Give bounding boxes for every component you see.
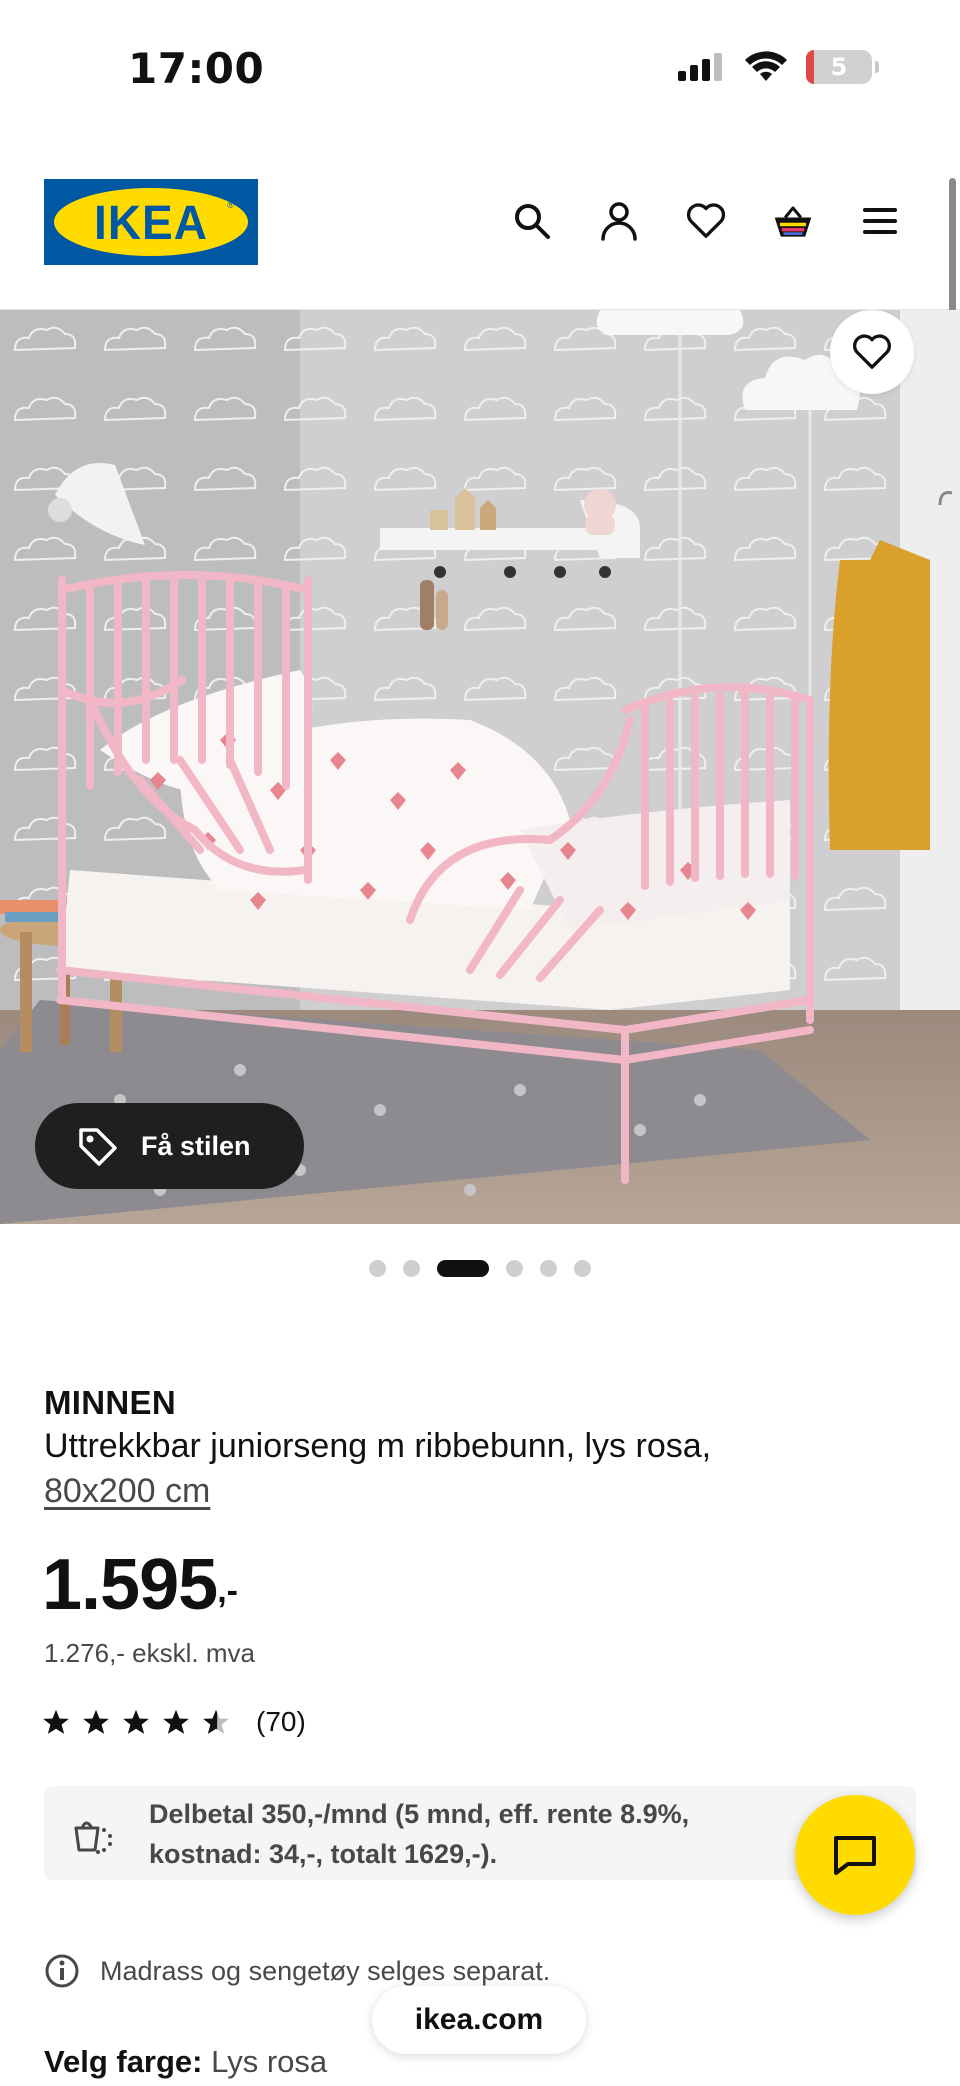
product-image-carousel[interactable]: Få stilen xyxy=(0,310,960,1224)
status-bar: 17:00 5 xyxy=(0,0,960,140)
url-text: ikea.com xyxy=(414,2003,544,2036)
rating-count: (70) xyxy=(256,1706,306,1737)
chat-icon xyxy=(834,1836,876,1875)
wifi-icon xyxy=(745,51,787,81)
header-icons xyxy=(512,200,900,242)
get-the-style-label: Få stilen xyxy=(141,1130,251,1161)
separate-sale-notice: Madrass og sengetøy selges separat. xyxy=(44,1953,550,1989)
product-size-link[interactable]: 80x200 cm xyxy=(44,1469,904,1514)
star-full-icon xyxy=(123,1709,149,1734)
site-header: IKEA ® xyxy=(0,140,960,310)
add-to-favourites-button[interactable] xyxy=(830,310,914,394)
menu-icon[interactable] xyxy=(860,200,900,242)
star-full-icon xyxy=(43,1709,69,1734)
installment-icon xyxy=(74,1821,112,1854)
get-the-style-button[interactable]: Få stilen xyxy=(35,1103,304,1189)
chat-button[interactable] xyxy=(795,1795,915,1915)
heart-icon xyxy=(853,334,891,369)
battery-icon: 5 xyxy=(806,50,879,84)
carousel-dot[interactable] xyxy=(403,1259,420,1277)
page-scrollbar[interactable] xyxy=(949,178,956,312)
star-full-icon xyxy=(163,1709,189,1734)
product-name: MINNEN xyxy=(44,1384,176,1421)
heart-icon[interactable] xyxy=(686,200,726,242)
browser-url-bar[interactable]: ikea.com xyxy=(372,1986,586,2054)
carousel-dot[interactable] xyxy=(540,1259,557,1277)
installment-banner: Delbetal 350,-/mnd (5 mnd, eff. rente 8.… xyxy=(44,1786,916,1880)
carousel-dots xyxy=(0,1258,960,1278)
price-tag-icon xyxy=(79,1128,117,1166)
product-description-text: Uttrekkbar juniorseng m ribbebunn, lys r… xyxy=(44,1427,712,1465)
basket-icon[interactable] xyxy=(773,200,813,242)
price-amount: 1.595 xyxy=(42,1545,218,1625)
search-icon[interactable] xyxy=(512,200,552,242)
price-ex-vat: 1.276,- ekskl. mva xyxy=(44,1638,255,1668)
color-selector[interactable]: Velg farge: Lys rosa xyxy=(44,2044,327,2080)
product-rating[interactable]: (70) xyxy=(42,1706,306,1738)
logo-oval: IKEA ® xyxy=(54,188,248,256)
status-time: 17:00 xyxy=(128,44,265,93)
carousel-dot[interactable] xyxy=(506,1259,523,1277)
carousel-dot[interactable] xyxy=(574,1259,591,1277)
logo-text: IKEA xyxy=(94,194,208,250)
carousel-dot[interactable] xyxy=(369,1259,386,1277)
status-icons: 5 xyxy=(678,50,879,84)
product-photo xyxy=(0,310,960,1224)
profile-icon[interactable] xyxy=(599,200,639,242)
signal-icon xyxy=(678,53,722,81)
installment-text: Delbetal 350,-/mnd (5 mnd, eff. rente 8.… xyxy=(149,1799,690,1869)
color-value: Lys rosa xyxy=(211,2044,328,2079)
product-description: Uttrekkbar juniorseng m ribbebunn, lys r… xyxy=(44,1424,904,1514)
ikea-logo[interactable]: IKEA ® xyxy=(44,179,258,265)
price-suffix: ,- xyxy=(217,1572,238,1610)
star-half-icon xyxy=(203,1709,229,1734)
registered-mark: ® xyxy=(227,200,234,210)
color-label: Velg farge: xyxy=(44,2044,203,2079)
battery-level: 5 xyxy=(830,53,848,81)
star-full-icon xyxy=(83,1709,109,1734)
carousel-dot-active[interactable] xyxy=(437,1259,489,1277)
notice-text: Madrass og sengetøy selges separat. xyxy=(100,1955,551,1986)
product-price: 1.595 ,- xyxy=(42,1540,238,1630)
info-icon xyxy=(45,1954,79,1988)
